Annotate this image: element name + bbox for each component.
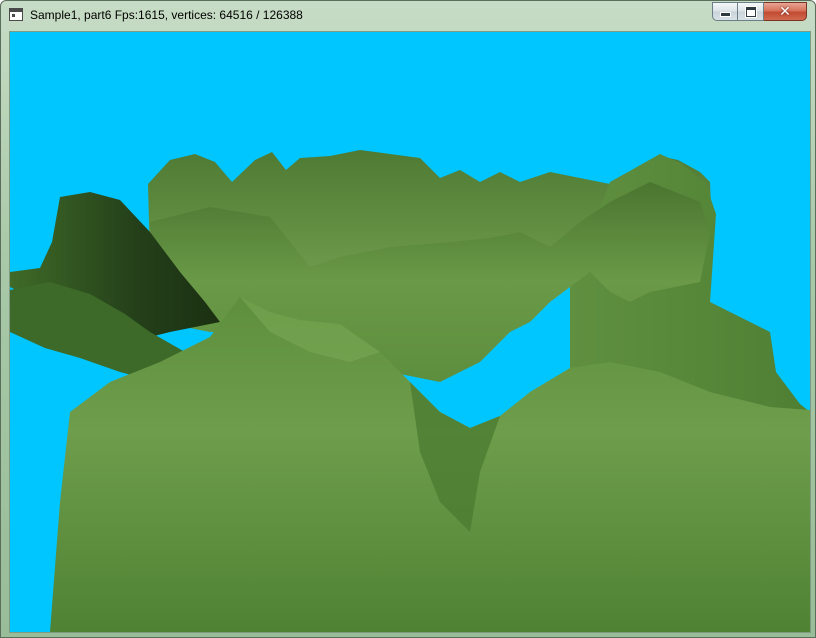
render-viewport[interactable] xyxy=(9,31,811,633)
close-button[interactable]: ✕ xyxy=(764,2,807,21)
title-bar[interactable]: Sample1, part6 Fps:1615, vertices: 64516… xyxy=(1,1,815,30)
application-window: Sample1, part6 Fps:1615, vertices: 64516… xyxy=(0,0,816,638)
terrain-scene xyxy=(10,32,810,632)
close-icon: ✕ xyxy=(779,3,791,20)
minimize-icon xyxy=(719,12,731,17)
minimize-button[interactable] xyxy=(712,2,738,21)
window-title: Sample1, part6 Fps:1615, vertices: 64516… xyxy=(30,8,303,22)
maximize-button[interactable] xyxy=(738,2,764,21)
maximize-icon xyxy=(745,6,756,17)
app-window-icon[interactable] xyxy=(9,8,23,21)
caption-buttons: ✕ xyxy=(712,2,807,21)
